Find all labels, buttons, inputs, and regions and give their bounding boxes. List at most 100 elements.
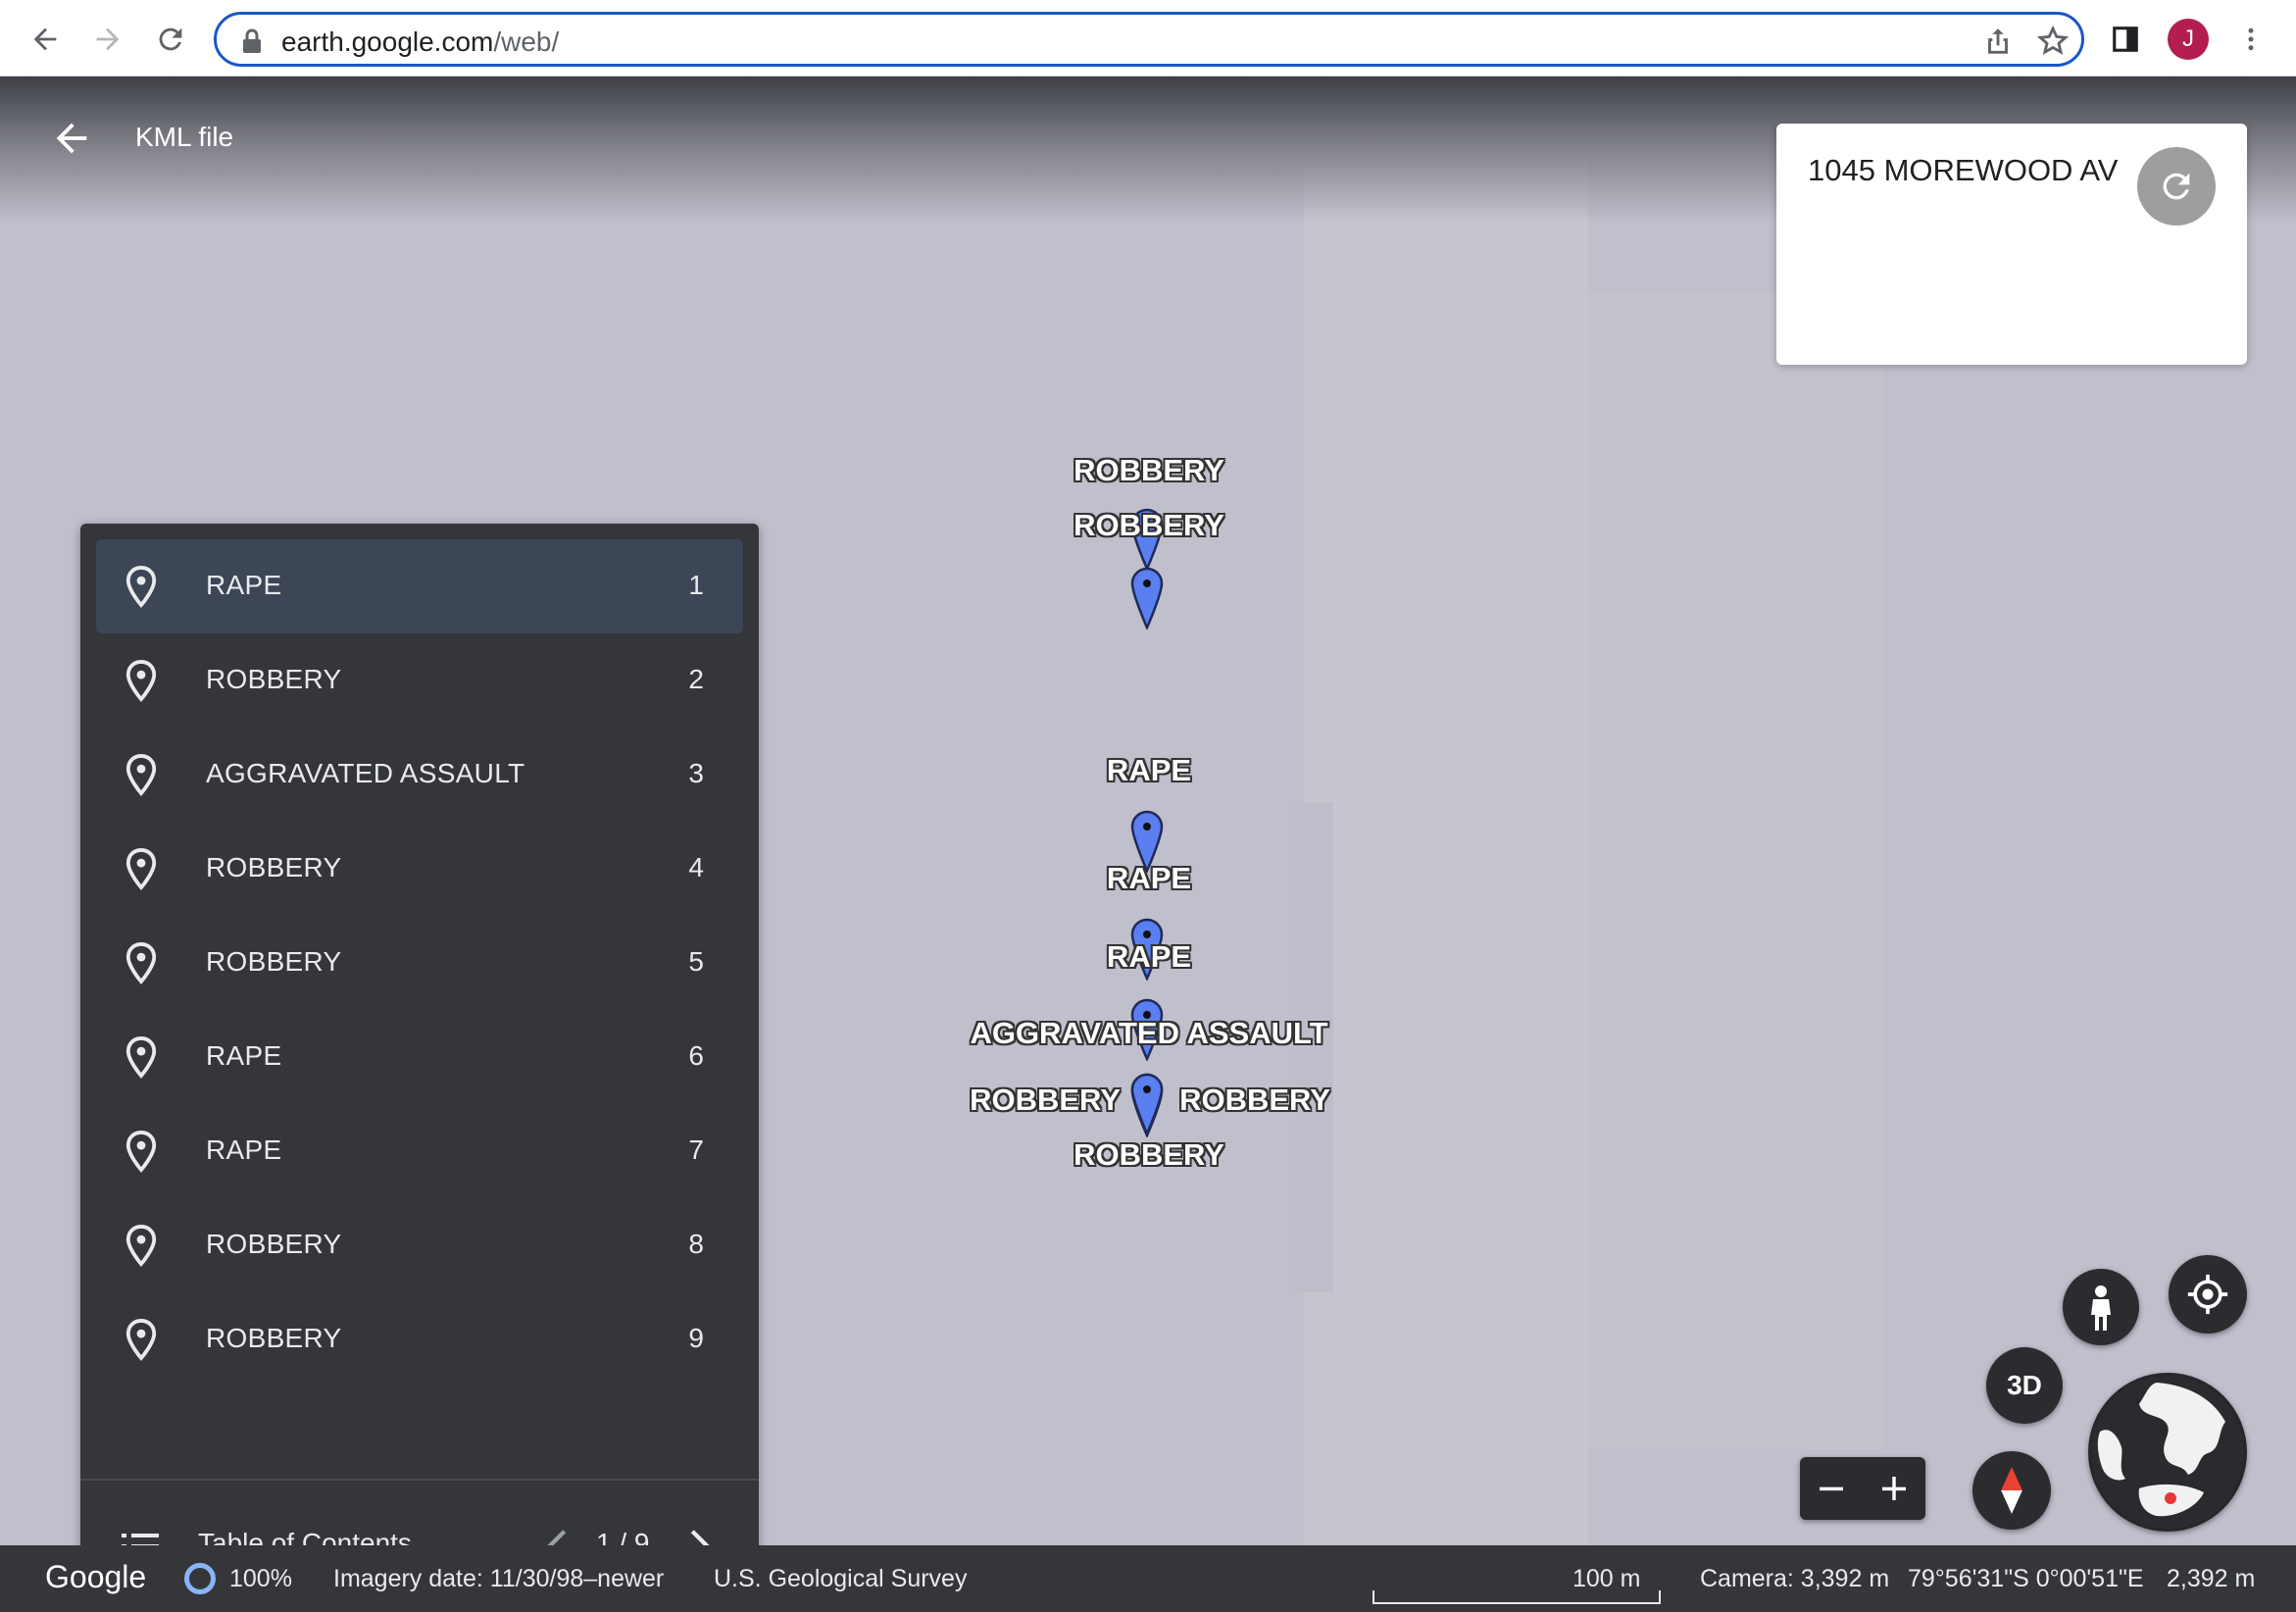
arrow-right-icon [96,27,120,51]
address-label: 1045 MOREWOOD AV [1808,153,2119,187]
toc-item-7[interactable]: RAPE 7 [96,1104,743,1198]
placemark-label[interactable]: ROBBERY [970,1083,1121,1118]
place-outline-icon [125,1225,157,1267]
place-outline-icon [125,848,157,890]
placemark-label[interactable]: ROBBERY [1073,453,1224,488]
toc-item-label: RAPE [206,1040,282,1071]
place-outline-icon [125,660,157,702]
placemark-label[interactable]: AGGRAVATED ASSAULT [970,1016,1327,1051]
imagery-tile [1588,292,1882,1449]
imagery-date: Imagery date: 11/30/98–newer [333,1565,665,1592]
compass-icon [2001,1467,2022,1514]
coordinates-readout: 79°56'31"S 0°00'51"E [1908,1565,2144,1592]
side-panel-button[interactable] [2100,14,2151,65]
earth-map-viewport[interactable]: KML file 1045 MOREWOOD AV ROBBERY ROBBER… [0,76,2296,1612]
more-vert-icon [2248,27,2254,51]
google-logo: Google [45,1559,147,1594]
reload-icon [159,27,182,51]
my-location-icon [2187,1274,2228,1315]
toc-item-number: 8 [688,1229,704,1259]
bookmark-star-icon[interactable] [2036,25,2070,58]
placemark-label[interactable]: RAPE [1107,753,1191,788]
toc-item-label: ROBBERY [206,1229,342,1259]
browser-menu-button[interactable] [2225,14,2276,65]
elevation-readout: 2,392 m [2167,1565,2256,1592]
back-button[interactable] [20,14,71,65]
lock-icon [243,28,261,53]
placemark-label[interactable]: ROBBERY [1073,1137,1224,1173]
divider [80,1479,759,1481]
toc-item-5[interactable]: ROBBERY 5 [96,916,743,1010]
toc-item-label: ROBBERY [206,664,342,694]
imagery-tile [1304,96,1588,1547]
zoom-in-button[interactable] [1863,1457,1925,1520]
profile-button[interactable]: J [2163,14,2214,65]
loading-ring-icon [184,1563,216,1594]
place-outline-icon [125,942,157,984]
placemark-label[interactable]: RAPE [1107,939,1191,975]
toc-item-label: ROBBERY [206,946,342,977]
toc-item-label: ROBBERY [206,1323,342,1353]
status-bar: Google 100% Imagery date: 11/30/98–newer… [0,1545,2296,1612]
toc-item-number: 1 [688,570,704,600]
back-arrow-icon[interactable] [49,116,94,161]
location-info-card: 1045 MOREWOOD AV [1776,124,2247,365]
place-outline-icon [125,1319,157,1361]
scale-label: 100 m [1572,1565,1641,1592]
toc-item-number: 7 [688,1134,704,1165]
share-icon[interactable] [1981,25,2015,58]
refresh-icon [2163,173,2190,200]
placemark-label[interactable]: RAPE [1107,861,1191,896]
toc-item-8[interactable]: ROBBERY 8 [96,1198,743,1292]
toc-item-number: 9 [688,1323,704,1353]
placemark-label[interactable]: ROBBERY [1179,1083,1330,1118]
3d-toggle-button[interactable]: 3D [1986,1347,2063,1424]
placemark-label[interactable]: ROBBERY [1073,508,1224,543]
toc-item-4[interactable]: ROBBERY 4 [96,822,743,916]
toc-item-number: 5 [688,946,704,977]
pegman-icon [2091,1285,2111,1331]
toc-item-label: RAPE [206,570,282,600]
data-attribution[interactable]: U.S. Geological Survey [714,1565,967,1593]
forward-button[interactable] [82,14,133,65]
zoom-controls [1800,1457,1925,1520]
camera-altitude: Camera: 3,392 m [1700,1565,1890,1592]
toc-item-2[interactable]: ROBBERY 2 [96,633,743,728]
place-outline-icon [125,754,157,796]
toc-item-6[interactable]: RAPE 6 [96,1010,743,1104]
load-percent: 100% [229,1565,292,1592]
avatar: J [2168,19,2209,60]
address-bar[interactable]: earth.google.com/web/ [214,12,2084,67]
toc-item-label: AGGRAVATED ASSAULT [206,758,525,788]
toc-item-number: 2 [688,664,704,694]
toc-item-1[interactable]: RAPE 1 [96,539,743,633]
url-text: earth.google.com/web/ [281,26,560,57]
toc-item-label: RAPE [206,1134,282,1165]
placemark-pin-icon[interactable] [1130,567,1164,630]
plus-icon [1882,1477,1906,1500]
table-of-contents-panel: RAPE 1 ROBBERY 2 AGGRAVATED ASSAULT 3 RO… [80,524,759,1606]
globe-icon [2091,1376,2244,1529]
toc-item-3[interactable]: AGGRAVATED ASSAULT 3 [96,728,743,822]
my-location-button[interactable] [2169,1255,2247,1334]
side-panel-icon [2113,26,2138,52]
toc-item-label: ROBBERY [206,852,342,882]
minus-icon [1820,1486,1843,1491]
reload-button[interactable] [145,14,196,65]
compass-button[interactable] [1972,1451,2051,1530]
placemark-pin-icon[interactable] [1130,1073,1164,1135]
arrow-left-icon [33,27,57,51]
kml-file-title: KML file [135,122,234,152]
place-outline-icon [125,1131,157,1173]
place-outline-icon [125,1036,157,1079]
place-outline-icon [125,566,157,608]
refresh-button[interactable] [2137,147,2216,226]
toc-item-number: 6 [688,1040,704,1071]
toc-item-9[interactable]: ROBBERY 9 [96,1292,743,1386]
zoom-out-button[interactable] [1800,1457,1863,1520]
browser-toolbar: earth.google.com/web/ J [0,0,2296,76]
toc-item-number: 4 [688,852,704,882]
globe-overview[interactable] [2088,1373,2247,1532]
toc-item-number: 3 [688,758,704,788]
street-view-button[interactable] [2063,1269,2139,1345]
